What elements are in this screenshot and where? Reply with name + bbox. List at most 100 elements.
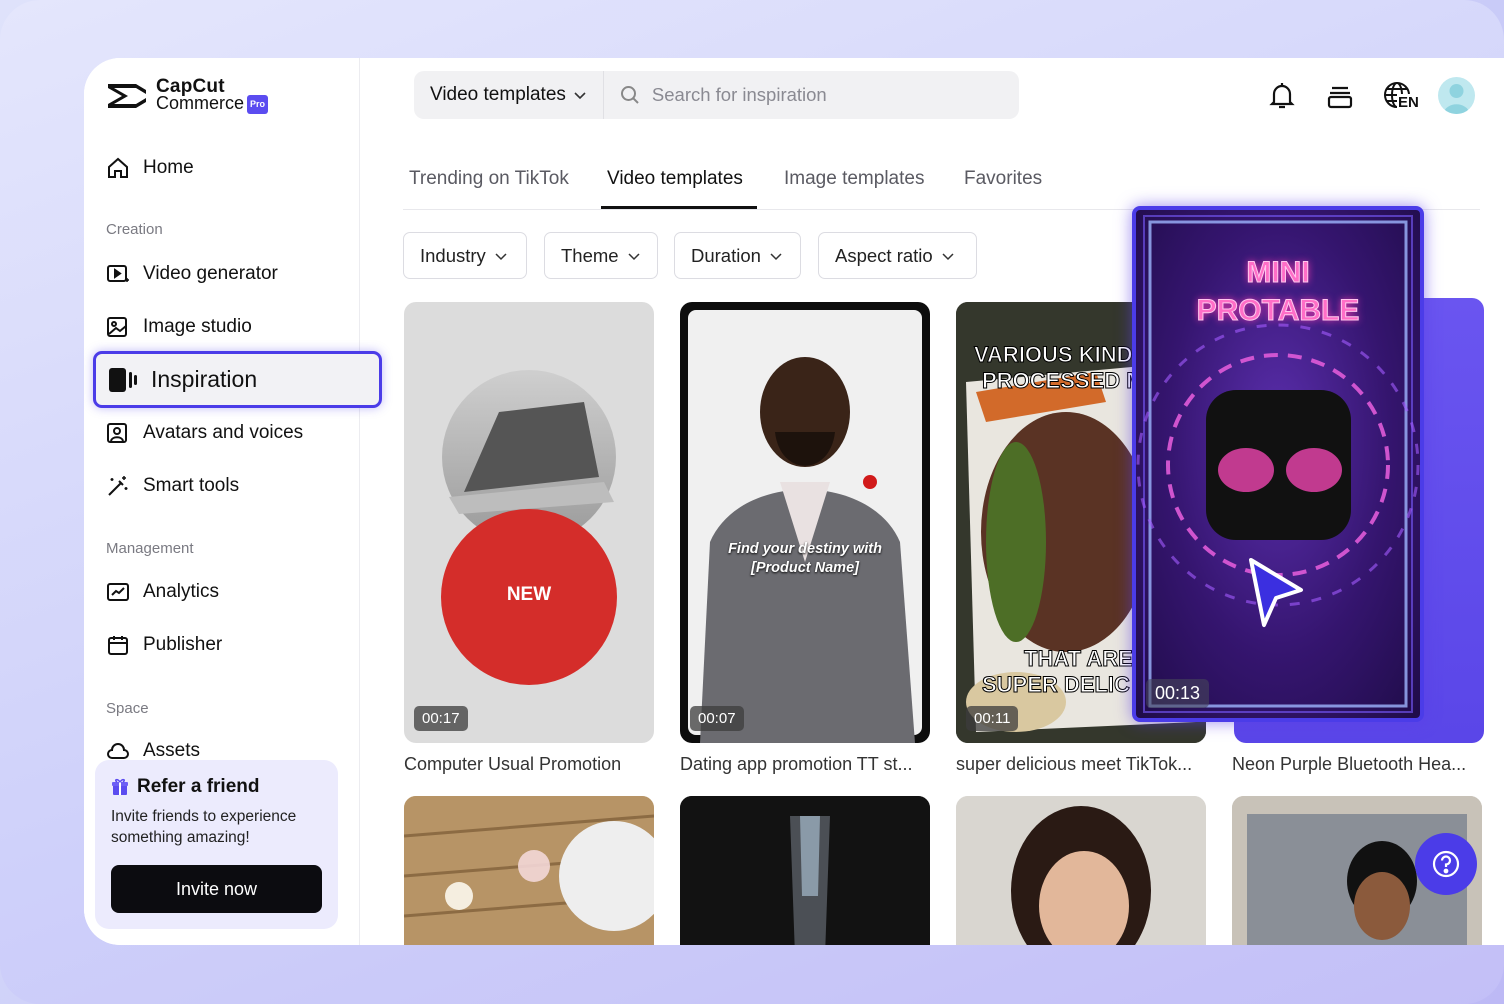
bell-icon[interactable] xyxy=(1266,80,1298,112)
chevron-down-icon xyxy=(628,252,640,260)
overlay-line: [Product Name] xyxy=(751,560,859,576)
sidebar-item-image-studio[interactable]: Image studio xyxy=(106,311,252,343)
tab-favorites[interactable]: Favorites xyxy=(964,168,1042,190)
sidebar-item-avatars-voices[interactable]: Avatars and voices xyxy=(106,417,303,449)
help-button[interactable] xyxy=(1415,833,1477,895)
home-icon xyxy=(108,157,128,178)
section-label-space: Space xyxy=(106,700,149,717)
language-code: EN xyxy=(1397,94,1420,111)
overlay-line: THAT ARE xyxy=(1024,646,1134,672)
sidebar-item-label: Publisher xyxy=(143,634,223,655)
card-title[interactable]: Computer Usual Promotion xyxy=(404,754,654,775)
sidebar-item-label: Assets xyxy=(143,740,201,761)
language-selector[interactable]: EN xyxy=(1382,78,1422,114)
capcut-logo-icon xyxy=(108,84,146,108)
filter-label: Duration xyxy=(691,244,761,266)
refer-description: Invite friends to experience something a… xyxy=(111,808,297,846)
search-placeholder: Search for inspiration xyxy=(651,84,827,105)
sidebar-item-publisher[interactable]: Publisher xyxy=(106,629,222,661)
overlay-line: PROTABLE xyxy=(1196,294,1360,328)
duration-badge: 00:11 xyxy=(966,706,1019,731)
template-card-dining[interactable] xyxy=(404,796,654,945)
section-label-creation: Creation xyxy=(106,221,163,238)
urban-thumbnail xyxy=(680,796,930,945)
sidebar-item-label: Analytics xyxy=(143,581,220,602)
sidebar-item-label: Inspiration xyxy=(151,366,258,392)
avatar[interactable] xyxy=(1438,77,1475,114)
duration-badge: 00:17 xyxy=(414,706,468,731)
duration-badge: 00:13 xyxy=(1146,679,1210,708)
analytics-icon xyxy=(107,583,129,601)
card-overlay-text-bottom: THAT ARE SUPER DELIC xyxy=(982,646,1134,698)
inspiration-icon xyxy=(109,367,137,392)
template-card-portrait-woman[interactable] xyxy=(956,796,1206,945)
new-label: NEW xyxy=(506,584,552,605)
sidebar-item-label: Video generator xyxy=(143,263,278,284)
overlay-line: SUPER DELIC xyxy=(982,672,1131,698)
image-studio-icon xyxy=(107,317,127,337)
app-window: CapCut Commerce Pro Home Creation Video g… xyxy=(84,58,1504,945)
refer-title: Refer a friend xyxy=(137,776,260,797)
refer-friend-card: Refer a friend Invite friends to experie… xyxy=(95,760,338,929)
duration-badge: 00:07 xyxy=(690,706,744,731)
card-overlay-text-top: VARIOUS KIND PROCESSED M xyxy=(974,342,1146,394)
filter-theme[interactable]: Theme xyxy=(544,232,658,279)
sidebar-item-label: Avatars and voices xyxy=(143,422,304,443)
user-avatar-icon xyxy=(1443,84,1470,114)
filter-industry[interactable]: Industry xyxy=(403,232,527,279)
tab-bar: Trending on TikTok Video templates Image… xyxy=(403,168,1480,210)
section-label-management: Management xyxy=(106,540,194,557)
overlay-line: PROCESSED M xyxy=(982,368,1146,394)
tab-trending-tiktok[interactable]: Trending on TikTok xyxy=(409,168,569,190)
card-title[interactable]: Dating app promotion TT st... xyxy=(680,754,930,775)
template-card-neon-earbuds[interactable]: MINI PROTABLE 00:13 xyxy=(1132,206,1424,722)
question-icon xyxy=(1432,850,1460,878)
calendar-icon xyxy=(108,636,128,655)
sidebar-item-video-generator[interactable]: Video generator xyxy=(106,258,278,290)
tab-image-templates[interactable]: Image templates xyxy=(784,168,924,190)
video-generator-icon xyxy=(107,265,129,282)
chevron-down-icon xyxy=(574,92,586,100)
pro-badge: Pro xyxy=(247,95,269,114)
template-card-urban[interactable] xyxy=(680,796,930,945)
sidebar-item-home[interactable]: Home xyxy=(106,152,194,184)
filter-label: Theme xyxy=(561,244,619,266)
portrait-woman-thumbnail xyxy=(956,796,1206,945)
chevron-down-icon xyxy=(942,252,954,260)
card-overlay-text: Find your destiny with [Product Name] xyxy=(680,540,930,578)
computer-promo-thumbnail xyxy=(441,370,617,685)
search-bar: Video templates Search for inspiration xyxy=(414,71,1019,119)
invite-now-button[interactable]: Invite now xyxy=(111,865,322,913)
overlay-line: VARIOUS KIND xyxy=(974,342,1133,368)
sidebar-item-label: Image studio xyxy=(143,316,252,337)
sidebar-item-inspiration[interactable]: Inspiration xyxy=(93,351,382,408)
layers-icon[interactable] xyxy=(1324,80,1356,112)
sidebar-item-analytics[interactable]: Analytics xyxy=(106,576,219,608)
sidebar-item-smart-tools[interactable]: Smart tools xyxy=(106,470,239,502)
overlay-line: Find your destiny with xyxy=(728,541,882,557)
active-tab-indicator xyxy=(601,206,757,209)
magic-wand-icon xyxy=(108,476,128,496)
chevron-down-icon xyxy=(495,252,507,260)
card-title[interactable]: Neon Purple Bluetooth Hea... xyxy=(1232,754,1482,775)
avatar-voice-icon xyxy=(107,423,127,443)
search-category-dropdown[interactable]: Video templates xyxy=(414,71,604,119)
dining-thumbnail xyxy=(404,796,654,945)
filter-aspect-ratio[interactable]: Aspect ratio xyxy=(818,232,977,279)
tab-video-templates[interactable]: Video templates xyxy=(607,168,743,190)
filter-duration[interactable]: Duration xyxy=(674,232,801,279)
capcut-commerce-logo[interactable]: CapCut Commerce Pro xyxy=(106,77,269,114)
search-input[interactable]: Search for inspiration xyxy=(604,84,827,106)
template-card-computer[interactable]: NEW 00:17 xyxy=(404,302,654,743)
gift-icon xyxy=(112,778,128,795)
card-overlay-text: MINI PROTABLE xyxy=(1136,254,1420,330)
template-card-dating-app[interactable]: Find your destiny with [Product Name] 00… xyxy=(680,302,930,743)
card-title[interactable]: super delicious meet TikTok... xyxy=(956,754,1206,775)
bottom-background xyxy=(0,945,1504,1004)
dating-app-thumbnail xyxy=(688,310,922,743)
sidebar-item-label: Home xyxy=(143,157,194,178)
brand-product: Commerce xyxy=(156,93,245,113)
overlay-line: MINI xyxy=(1246,256,1310,290)
filter-label: Industry xyxy=(420,244,486,266)
search-icon xyxy=(620,86,639,104)
